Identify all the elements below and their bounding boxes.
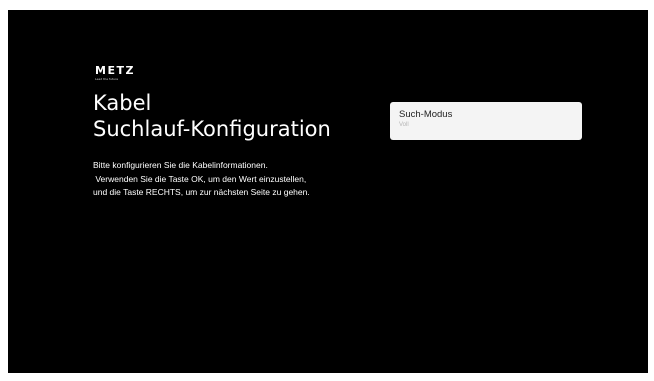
setting-value: Voll [399,122,409,128]
instruction-line-3: und die Taste RECHTS, um zur nächsten Se… [93,187,310,197]
instruction-line-2: Verwenden Sie die Taste OK, um den Wert … [93,173,307,184]
setting-label: Such-Modus [399,109,453,120]
instruction-text: Bitte konfigurieren Sie die Kabelinforma… [93,159,383,200]
page-title-line1: Kabel [93,91,152,115]
instruction-line-1: Bitte konfigurieren Sie die Kabelinforma… [93,160,268,170]
settings-list: Such-Modus Voll [390,102,582,140]
logo-wordmark: METZ [95,64,135,77]
metz-logo: METZ Lead the future [95,65,135,81]
logo-tagline: Lead the future [95,77,119,81]
tv-screen: METZ Lead the future Kabel Suchlauf-Konf… [8,10,648,373]
page-title: Kabel Suchlauf-Konfiguration [93,90,331,142]
setting-item-search-mode[interactable]: Such-Modus Voll [390,102,582,140]
page-title-line2: Suchlauf-Konfiguration [93,117,331,141]
